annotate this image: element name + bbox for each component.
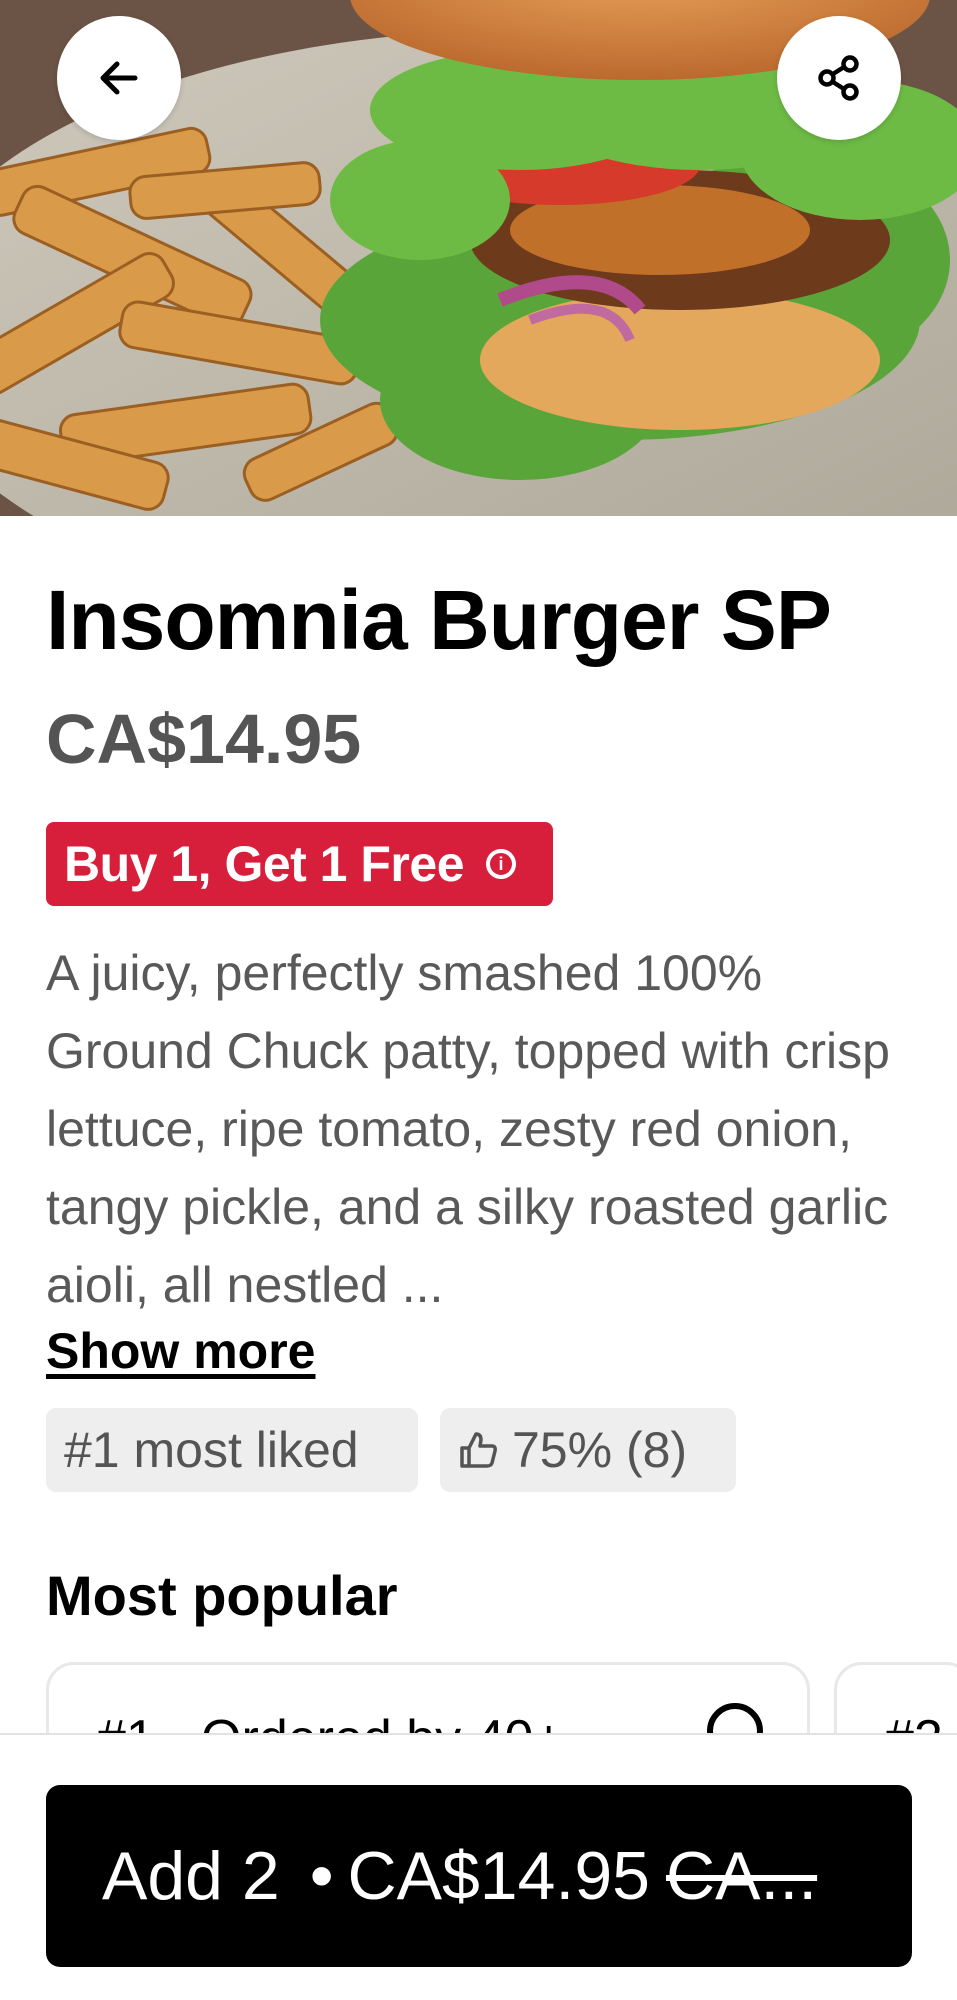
add-to-order-button[interactable]: Add 2 • CA$14.95 CA...: [46, 1785, 912, 1967]
original-price-label: CA...: [665, 1838, 818, 1914]
item-title: Insomnia Burger SP: [46, 573, 832, 667]
item-description: A juicy, perfectly smashed 100% Ground C…: [46, 945, 890, 1313]
item-price: CA$14.95: [46, 700, 362, 778]
show-more-link[interactable]: Show more: [46, 1324, 315, 1379]
most-popular-heading: Most popular: [46, 1564, 398, 1627]
rating-badge: 75% (8): [440, 1408, 736, 1492]
info-icon[interactable]: i: [486, 849, 516, 879]
promo-badge[interactable]: Buy 1, Get 1 Free i: [46, 822, 553, 906]
arrow-left-icon: [100, 61, 138, 95]
back-button[interactable]: [57, 16, 181, 140]
rating-label: 75% (8): [512, 1422, 688, 1478]
bottom-action-bar: Add 2 • CA$14.95 CA...: [0, 1733, 957, 2000]
separator: •: [309, 1838, 334, 1914]
thumbs-up-icon: [460, 1432, 497, 1468]
add-quantity-label: Add 2: [102, 1838, 280, 1914]
most-liked-badge: #1 most liked: [46, 1408, 418, 1492]
add-price-label: CA$14.95: [347, 1838, 650, 1914]
share-icon: [818, 55, 859, 101]
most-liked-label: #1 most liked: [64, 1422, 359, 1478]
share-button[interactable]: [777, 16, 901, 140]
promo-label: Buy 1, Get 1 Free: [64, 836, 465, 892]
